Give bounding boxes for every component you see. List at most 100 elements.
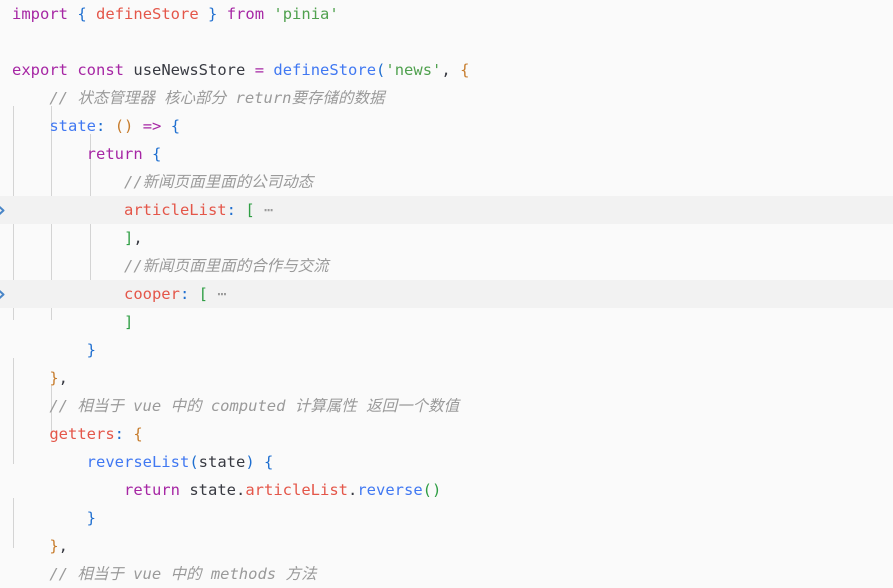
code-token: defineStore xyxy=(96,5,199,23)
code-token: ( xyxy=(189,453,199,471)
code-token: . xyxy=(348,481,358,499)
code-line[interactable]: export const useNewsStore = defineStore(… xyxy=(0,56,893,84)
code-token: ) xyxy=(432,481,442,499)
code-token: } xyxy=(86,509,96,527)
code-token: . xyxy=(236,481,246,499)
code-token: , xyxy=(133,229,143,247)
code-line[interactable]: getters: { xyxy=(0,420,893,448)
code-token: cooper xyxy=(123,285,180,303)
code-line[interactable]: }, xyxy=(0,532,893,560)
code-token: : xyxy=(179,285,190,303)
folded-code-ellipsis[interactable]: ⋯ xyxy=(217,285,227,303)
code-line[interactable]: import { defineStore } from 'pinia' xyxy=(0,0,893,28)
keyword-token: const xyxy=(77,61,125,79)
code-comment: // 相当于 vue 中的 methods 方法 xyxy=(49,565,317,583)
code-line[interactable] xyxy=(0,28,893,56)
code-token: : xyxy=(226,201,236,219)
code-token: } xyxy=(208,5,218,23)
keyword-token: return xyxy=(123,481,180,499)
code-line[interactable]: //新闻页面里面的公司动态 xyxy=(0,168,893,196)
code-line[interactable]: } xyxy=(0,336,893,364)
string-literal: 'pinia' xyxy=(273,5,339,23)
code-token: ( xyxy=(114,117,125,135)
code-line[interactable]: reverseList(state) { xyxy=(0,448,893,476)
code-token: { xyxy=(460,61,470,79)
code-token: } xyxy=(49,369,59,387)
code-line[interactable]: return state.articleList.reverse() xyxy=(0,476,893,504)
keyword-token: from xyxy=(226,5,265,23)
code-line[interactable]: state: () => { xyxy=(0,112,893,140)
code-line[interactable]: cooper: [ ⋯ xyxy=(0,280,893,308)
code-line[interactable]: // 相当于 vue 中的 computed 计算属性 返回一个数值 xyxy=(0,392,893,420)
keyword-token: export xyxy=(12,61,68,79)
code-lines[interactable]: import { defineStore } from 'pinia' expor… xyxy=(0,0,893,588)
keyword-token: return xyxy=(86,145,143,163)
code-token: [ xyxy=(245,201,255,219)
code-line[interactable]: ], xyxy=(0,224,893,252)
code-comment: // 相当于 vue 中的 computed 计算属性 返回一个数值 xyxy=(49,397,460,415)
code-line[interactable]: // 相当于 vue 中的 methods 方法 xyxy=(0,560,893,588)
code-comment: //新闻页面里面的公司动态 xyxy=(123,173,314,191)
folded-code-ellipsis[interactable]: ⋯ xyxy=(264,201,274,219)
code-line[interactable]: //新闻页面里面的合作与交流 xyxy=(0,252,893,280)
code-line[interactable]: }, xyxy=(0,364,893,392)
code-token: ) xyxy=(124,117,134,135)
code-line[interactable]: // 状态管理器 核心部分 return要存储的数据 xyxy=(0,84,893,112)
code-comment: //新闻页面里面的合作与交流 xyxy=(123,257,329,275)
code-token: : xyxy=(114,425,124,443)
code-token: articleList xyxy=(123,201,227,219)
code-token: reverseList xyxy=(86,453,190,471)
code-token: reverse xyxy=(357,481,423,499)
code-token: state xyxy=(189,481,236,499)
code-token: articleList xyxy=(245,481,348,499)
code-token: : xyxy=(96,117,106,135)
code-line[interactable]: ] xyxy=(0,308,893,336)
code-token: ( xyxy=(422,481,433,499)
code-token: , xyxy=(58,369,69,387)
code-token: => xyxy=(142,117,162,135)
code-line[interactable]: return { xyxy=(0,140,893,168)
code-line[interactable]: } xyxy=(0,504,893,532)
code-token: ] xyxy=(123,313,134,331)
code-editor[interactable]: import { defineStore } from 'pinia' expor… xyxy=(0,0,893,588)
code-token: } xyxy=(86,341,96,359)
code-line[interactable]: articleList: [ ⋯ xyxy=(0,196,893,224)
code-token: defineStore xyxy=(273,61,377,79)
fold-toggle-icon[interactable] xyxy=(0,289,7,300)
fold-toggle-icon[interactable] xyxy=(0,205,7,216)
code-token: = xyxy=(254,61,265,79)
code-token: { xyxy=(152,145,162,163)
code-token: { xyxy=(264,453,274,471)
